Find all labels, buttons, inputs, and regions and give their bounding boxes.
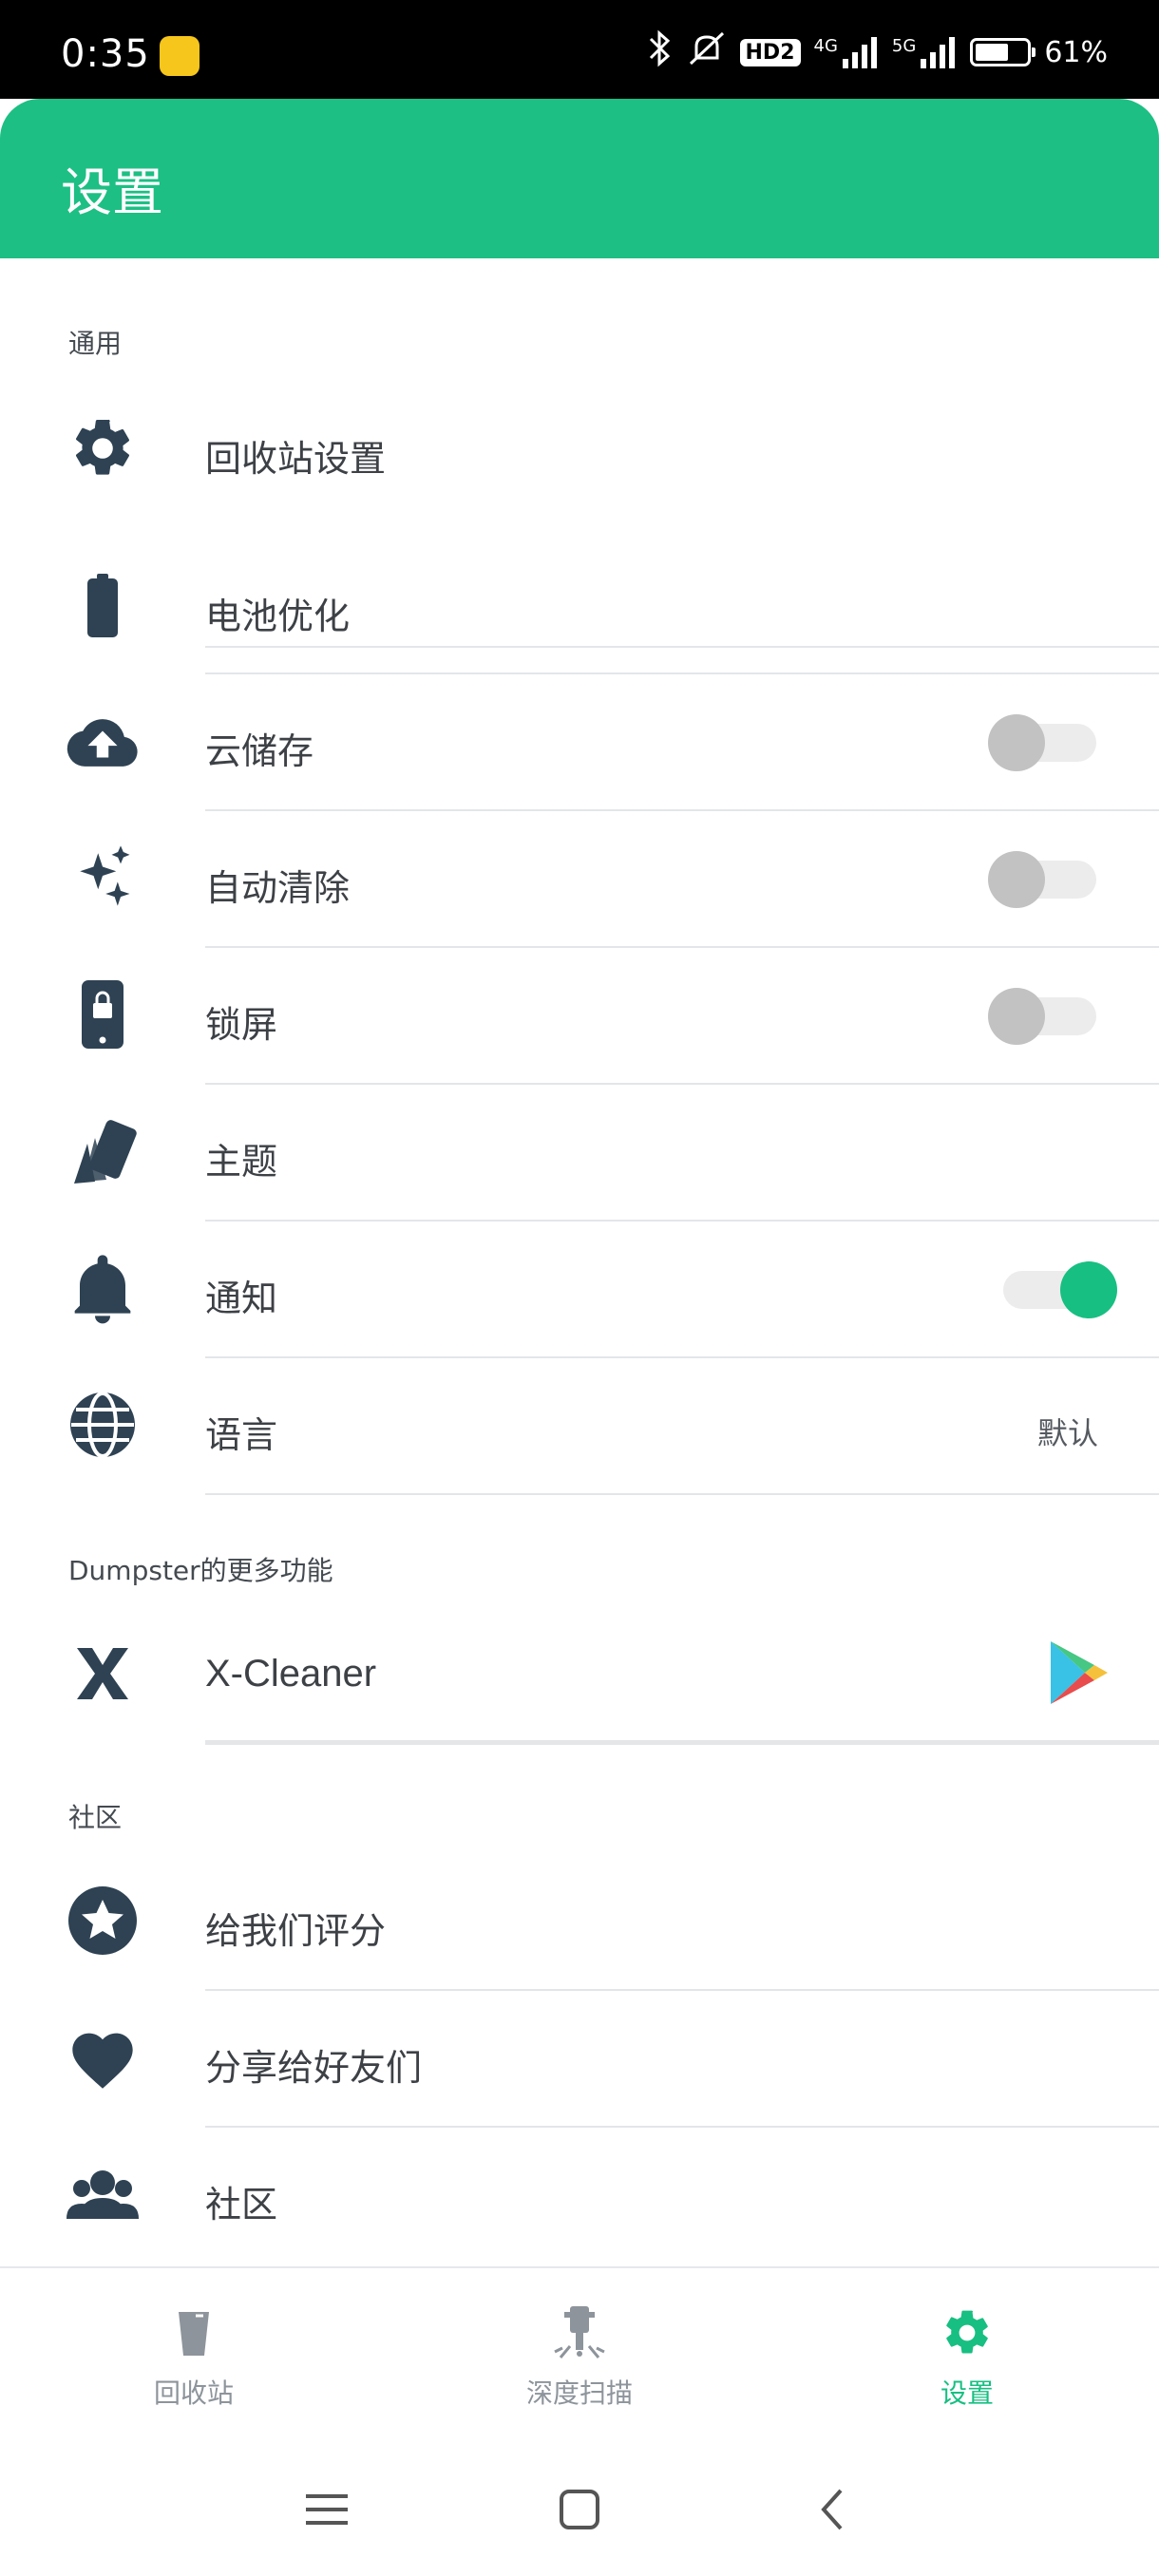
nav-tab-label: 设置 xyxy=(940,2377,994,2409)
settings-item-label: 自动清除 xyxy=(205,867,351,909)
lock-screen-toggle[interactable] xyxy=(988,980,1102,1045)
settings-item-theme[interactable]: 主题 xyxy=(0,1085,1159,1222)
section-header-community: 社区 xyxy=(68,1802,123,1833)
system-navigation-bar xyxy=(0,2443,1159,2576)
google-play-icon[interactable] xyxy=(1049,1639,1110,1710)
divider xyxy=(205,1740,1159,1745)
settings-item-language[interactable]: 语言 默认 xyxy=(0,1358,1159,1495)
status-icons: HD2 4G 5G 61% xyxy=(645,28,1108,76)
settings-item-label: 通知 xyxy=(205,1278,278,1319)
settings-item-recycle-settings[interactable]: 回收站设置 xyxy=(0,391,1159,648)
people-icon xyxy=(65,2156,141,2232)
status-bar: 0:35 HD2 4G 5G 61% xyxy=(0,0,1159,99)
settings-item-notification[interactable]: 通知 xyxy=(0,1222,1159,1358)
gear-icon xyxy=(65,410,141,486)
divider xyxy=(205,1493,1159,1495)
bluetooth-icon xyxy=(645,29,674,75)
settings-item-x-cleaner[interactable]: X-Cleaner xyxy=(0,1607,1159,1745)
x-cleaner-icon xyxy=(65,1636,141,1712)
net-type-5g: 5G xyxy=(891,36,917,56)
settings-item-label: 语言 xyxy=(205,1414,278,1456)
swatch-icon xyxy=(65,1113,141,1189)
settings-item-rate-us[interactable]: 给我们评分 xyxy=(0,1854,1159,1991)
nav-tab-label: 回收站 xyxy=(153,2377,234,2409)
menu-icon[interactable] xyxy=(298,2481,355,2538)
sparkles-icon xyxy=(65,838,141,914)
notification-app-icon xyxy=(160,36,200,76)
bell-icon xyxy=(65,1250,141,1326)
settings-item-cloud-storage[interactable]: 云储存 xyxy=(0,674,1159,811)
settings-item-label: 锁屏 xyxy=(205,1004,278,1046)
settings-item-battery-optimization[interactable]: 电池优化 xyxy=(0,543,1159,671)
back-icon[interactable] xyxy=(804,2481,861,2538)
settings-item-share[interactable]: 分享给好友们 xyxy=(0,1991,1159,2128)
signal-4g-icon: 4G xyxy=(814,36,879,68)
section-header-general: 通用 xyxy=(68,328,123,359)
nav-tab-recycle-bin[interactable]: 回收站 xyxy=(80,2302,308,2411)
nav-tab-deep-scan[interactable]: 深度扫描 xyxy=(466,2302,694,2411)
settings-item-label: X-Cleaner xyxy=(205,1653,377,1695)
battery-percent: 61% xyxy=(1044,35,1108,69)
settings-item-label: 给我们评分 xyxy=(205,1910,387,1952)
app-bar: 设置 xyxy=(0,99,1159,258)
bottom-navigation: 回收站 深度扫描 设置 xyxy=(0,2266,1159,2445)
settings-item-label: 分享给好友们 xyxy=(205,2047,423,2089)
settings-item-label: 回收站设置 xyxy=(205,438,387,480)
cloud-upload-icon xyxy=(65,705,141,781)
nav-tab-settings[interactable]: 设置 xyxy=(853,2302,1081,2411)
language-value: 默认 xyxy=(1036,1415,1098,1451)
home-icon[interactable] xyxy=(551,2481,608,2538)
battery-icon xyxy=(970,38,1036,66)
page-title: 设置 xyxy=(61,162,163,222)
auto-clean-toggle[interactable] xyxy=(988,843,1102,908)
drill-icon xyxy=(466,2302,694,2363)
hd-badge: HD2 xyxy=(739,38,801,66)
settings-item-community[interactable]: 社区 xyxy=(0,2128,1159,2264)
settings-list[interactable]: 通用 回收站设置 电池优化 云储存 自动清除 锁屏 主题 通知 语言 默认 Du… xyxy=(0,258,1159,2266)
nav-tab-label: 深度扫描 xyxy=(525,2377,633,2409)
cloud-storage-toggle[interactable] xyxy=(988,707,1102,771)
net-type-4g: 4G xyxy=(813,36,838,56)
trash-icon xyxy=(80,2302,308,2363)
section-header-more: Dumpster的更多功能 xyxy=(68,1555,333,1586)
gear-icon xyxy=(853,2302,1081,2363)
settings-item-auto-clean[interactable]: 自动清除 xyxy=(0,811,1159,948)
mute-bell-icon xyxy=(687,29,727,75)
settings-item-label: 社区 xyxy=(205,2184,278,2226)
heart-icon xyxy=(65,2019,141,2095)
settings-item-label: 云储存 xyxy=(205,730,314,772)
globe-icon xyxy=(65,1387,141,1463)
status-time: 0:35 xyxy=(61,32,150,76)
battery-icon xyxy=(65,568,141,644)
settings-item-lock-screen[interactable]: 锁屏 xyxy=(0,948,1159,1085)
settings-item-label: 主题 xyxy=(205,1141,278,1183)
signal-5g-icon: 5G xyxy=(892,36,957,68)
notification-toggle[interactable] xyxy=(998,1254,1117,1318)
star-badge-icon xyxy=(65,1883,141,1959)
settings-item-label: 电池优化 xyxy=(205,596,351,637)
phone-lock-icon xyxy=(65,976,141,1052)
